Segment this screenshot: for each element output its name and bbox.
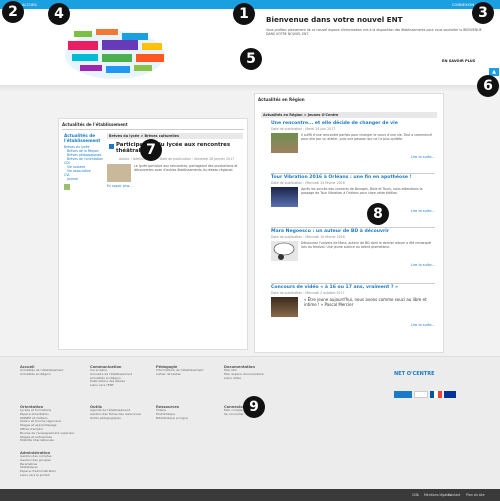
hero-title: Bienvenue dans votre nouvel ENT bbox=[266, 15, 403, 24]
news-meta: Date de publication : Mercredi 10 févrie… bbox=[271, 235, 345, 239]
footer-link[interactable]: Liens vers le portail bbox=[20, 473, 100, 478]
news-image bbox=[271, 297, 298, 317]
news-title[interactable]: Mara Negoescu : un auteur de BD à découv… bbox=[271, 229, 435, 234]
partner-badge bbox=[394, 391, 412, 398]
article-title[interactable]: Participation du lycée aux rencontres th… bbox=[116, 142, 243, 155]
article-body: Le lycée participe aux rencontres, parta… bbox=[134, 163, 238, 172]
news-item: Tour Vibration 2016 à Orléans : une fin … bbox=[271, 175, 435, 213]
sidebar-item-breves-orientation[interactable]: Brèves de l'orientation bbox=[64, 157, 104, 161]
news-read-more[interactable]: Lire la suite... bbox=[271, 263, 435, 267]
footer-column: Communication Vie scolaire Annuaire de l… bbox=[90, 365, 150, 388]
french-flag-badge bbox=[430, 391, 442, 398]
footer-link[interactable]: Liens vers l'ENT bbox=[90, 383, 150, 388]
footer-column: Accueil Actualités de l'établissement Ac… bbox=[20, 365, 80, 377]
news-sidebar: Actualités de l'établissement Brèves du … bbox=[64, 133, 104, 190]
footer-link[interactable]: Bibliothèque en ligne bbox=[156, 416, 216, 421]
bullet-icon bbox=[109, 144, 114, 149]
annotation-marker: 5 bbox=[240, 48, 262, 70]
bottom-link[interactable]: Mentions légales bbox=[424, 493, 451, 497]
sidebar-item-journal[interactable]: Journal bbox=[64, 177, 104, 181]
news-image bbox=[271, 187, 298, 207]
divider bbox=[271, 283, 435, 284]
footer-column: Pédagogie Informations de l'établissemen… bbox=[156, 365, 216, 377]
news-image bbox=[271, 241, 298, 261]
annotation-marker: 3 bbox=[472, 2, 494, 24]
bottom-bar: CNIL Mentions légales Contact Plan du si… bbox=[0, 489, 500, 501]
article-meta: Auteur : Administrateur · Date de public… bbox=[119, 156, 235, 161]
bottom-link[interactable]: Plan du site bbox=[466, 493, 485, 497]
news-item: Concours de vidéo « à 16 ou 17 ans, vrai… bbox=[271, 285, 435, 327]
footer-link[interactable]: Outils pédagogiques bbox=[90, 416, 150, 421]
news-body: Découvrez l'univers de Mara, auteur de B… bbox=[301, 241, 431, 249]
footer-link[interactable]: Actualités en Région bbox=[20, 372, 80, 377]
divider bbox=[62, 129, 244, 130]
news-meta: Date de publication : Mercredi 2 octobre… bbox=[271, 291, 345, 295]
region-news-panel: Actualités en Région Actualités en Régio… bbox=[254, 93, 444, 353]
footer-link[interactable]: Cahier de textes bbox=[156, 372, 216, 377]
footer-link[interactable]: Mobilité internationale bbox=[20, 439, 80, 443]
news-title[interactable]: Tour Vibration 2016 à Orléans : une fin … bbox=[271, 175, 435, 180]
home-link[interactable]: ACCUEIL bbox=[22, 3, 37, 7]
footer-link[interactable]: Liens utiles bbox=[224, 376, 284, 381]
annotation-marker: 1 bbox=[233, 3, 255, 25]
footer-column: Documentation Mon CDI Mon espace documen… bbox=[224, 365, 284, 380]
news-meta: Date de publication : Mercredi 24 févrie… bbox=[271, 181, 345, 185]
annotation-marker: 7 bbox=[140, 139, 162, 161]
rss-icon[interactable] bbox=[64, 184, 70, 190]
region-subbar: Actualités en Région > Jeunes O'Centre bbox=[261, 112, 437, 118]
annotation-marker: 2 bbox=[2, 1, 24, 23]
news-body: Après les succès des concerts de Bourges… bbox=[301, 187, 423, 195]
news-read-more[interactable]: Lire la suite... bbox=[271, 155, 435, 159]
annotation-marker: 9 bbox=[243, 396, 265, 418]
article-read-more[interactable]: En savoir plus... bbox=[107, 184, 243, 188]
region-news-panel-title: Actualités en Région bbox=[258, 97, 305, 102]
news-read-more[interactable]: Lire la suite... bbox=[271, 323, 435, 327]
divider bbox=[271, 227, 435, 228]
divider bbox=[271, 173, 435, 174]
news-title[interactable]: Une rencontre... et elle décide de chang… bbox=[271, 121, 435, 126]
hero-shadow bbox=[0, 85, 500, 93]
news-body: Il suffit d'une rencontre parfois pour c… bbox=[301, 133, 432, 141]
eu-flag-badge bbox=[444, 391, 456, 398]
footer-column: Administration Gestion des comptes Gesti… bbox=[20, 451, 100, 478]
news-image bbox=[271, 133, 298, 153]
footer-column: Ressources Vidéos Photothèque Bibliothèq… bbox=[156, 405, 216, 420]
news-meta: Date de publication : Mardi 24 juin 2017 bbox=[271, 127, 336, 131]
news-item: Une rencontre... et elle décide de chang… bbox=[271, 121, 435, 159]
footer-column: Outils Agenda de l'établissement Gestion… bbox=[90, 405, 150, 420]
footer-column: Orientation Lycées et formations Espace … bbox=[20, 405, 80, 443]
news-body: « Être jeune aujourd'hui, nous avons com… bbox=[304, 297, 427, 307]
news-article: Brèves du lycée > Brèves culturelles Par… bbox=[107, 133, 243, 188]
news-title[interactable]: Concours de vidéo « à 16 ou 17 ans, vrai… bbox=[271, 285, 435, 290]
read-more-link[interactable]: EN SAVOIR PLUS bbox=[442, 59, 475, 63]
partner-badge bbox=[414, 391, 428, 398]
login-link[interactable]: CONNEXION bbox=[452, 3, 474, 7]
site-footer: Accueil Actualités de l'établissement Ac… bbox=[0, 356, 500, 490]
annotation-marker: 6 bbox=[477, 75, 499, 97]
bottom-link[interactable]: CNIL bbox=[412, 493, 419, 497]
news-subbar: Brèves du lycée > Brèves culturelles bbox=[107, 133, 243, 139]
welcome-word-cloud-image bbox=[65, 29, 165, 79]
net-o-centre-logo: NET O'CENTRE bbox=[394, 371, 435, 377]
news-item: Mara Negoescu : un auteur de BD à découv… bbox=[271, 229, 435, 267]
news-read-more[interactable]: Lire la suite... bbox=[271, 209, 435, 213]
article-thumbnail bbox=[107, 163, 131, 182]
school-news-panel-title: Actualités de l'établissement bbox=[62, 122, 128, 127]
hero-intro: Vous profitez pleinement de ce nouvel es… bbox=[266, 28, 482, 36]
annotation-marker: 4 bbox=[48, 3, 70, 25]
annotation-marker: 8 bbox=[367, 203, 389, 225]
news-sidebar-heading[interactable]: Actualités de l'établissement bbox=[64, 133, 104, 143]
bottom-link[interactable]: Contact bbox=[448, 493, 460, 497]
